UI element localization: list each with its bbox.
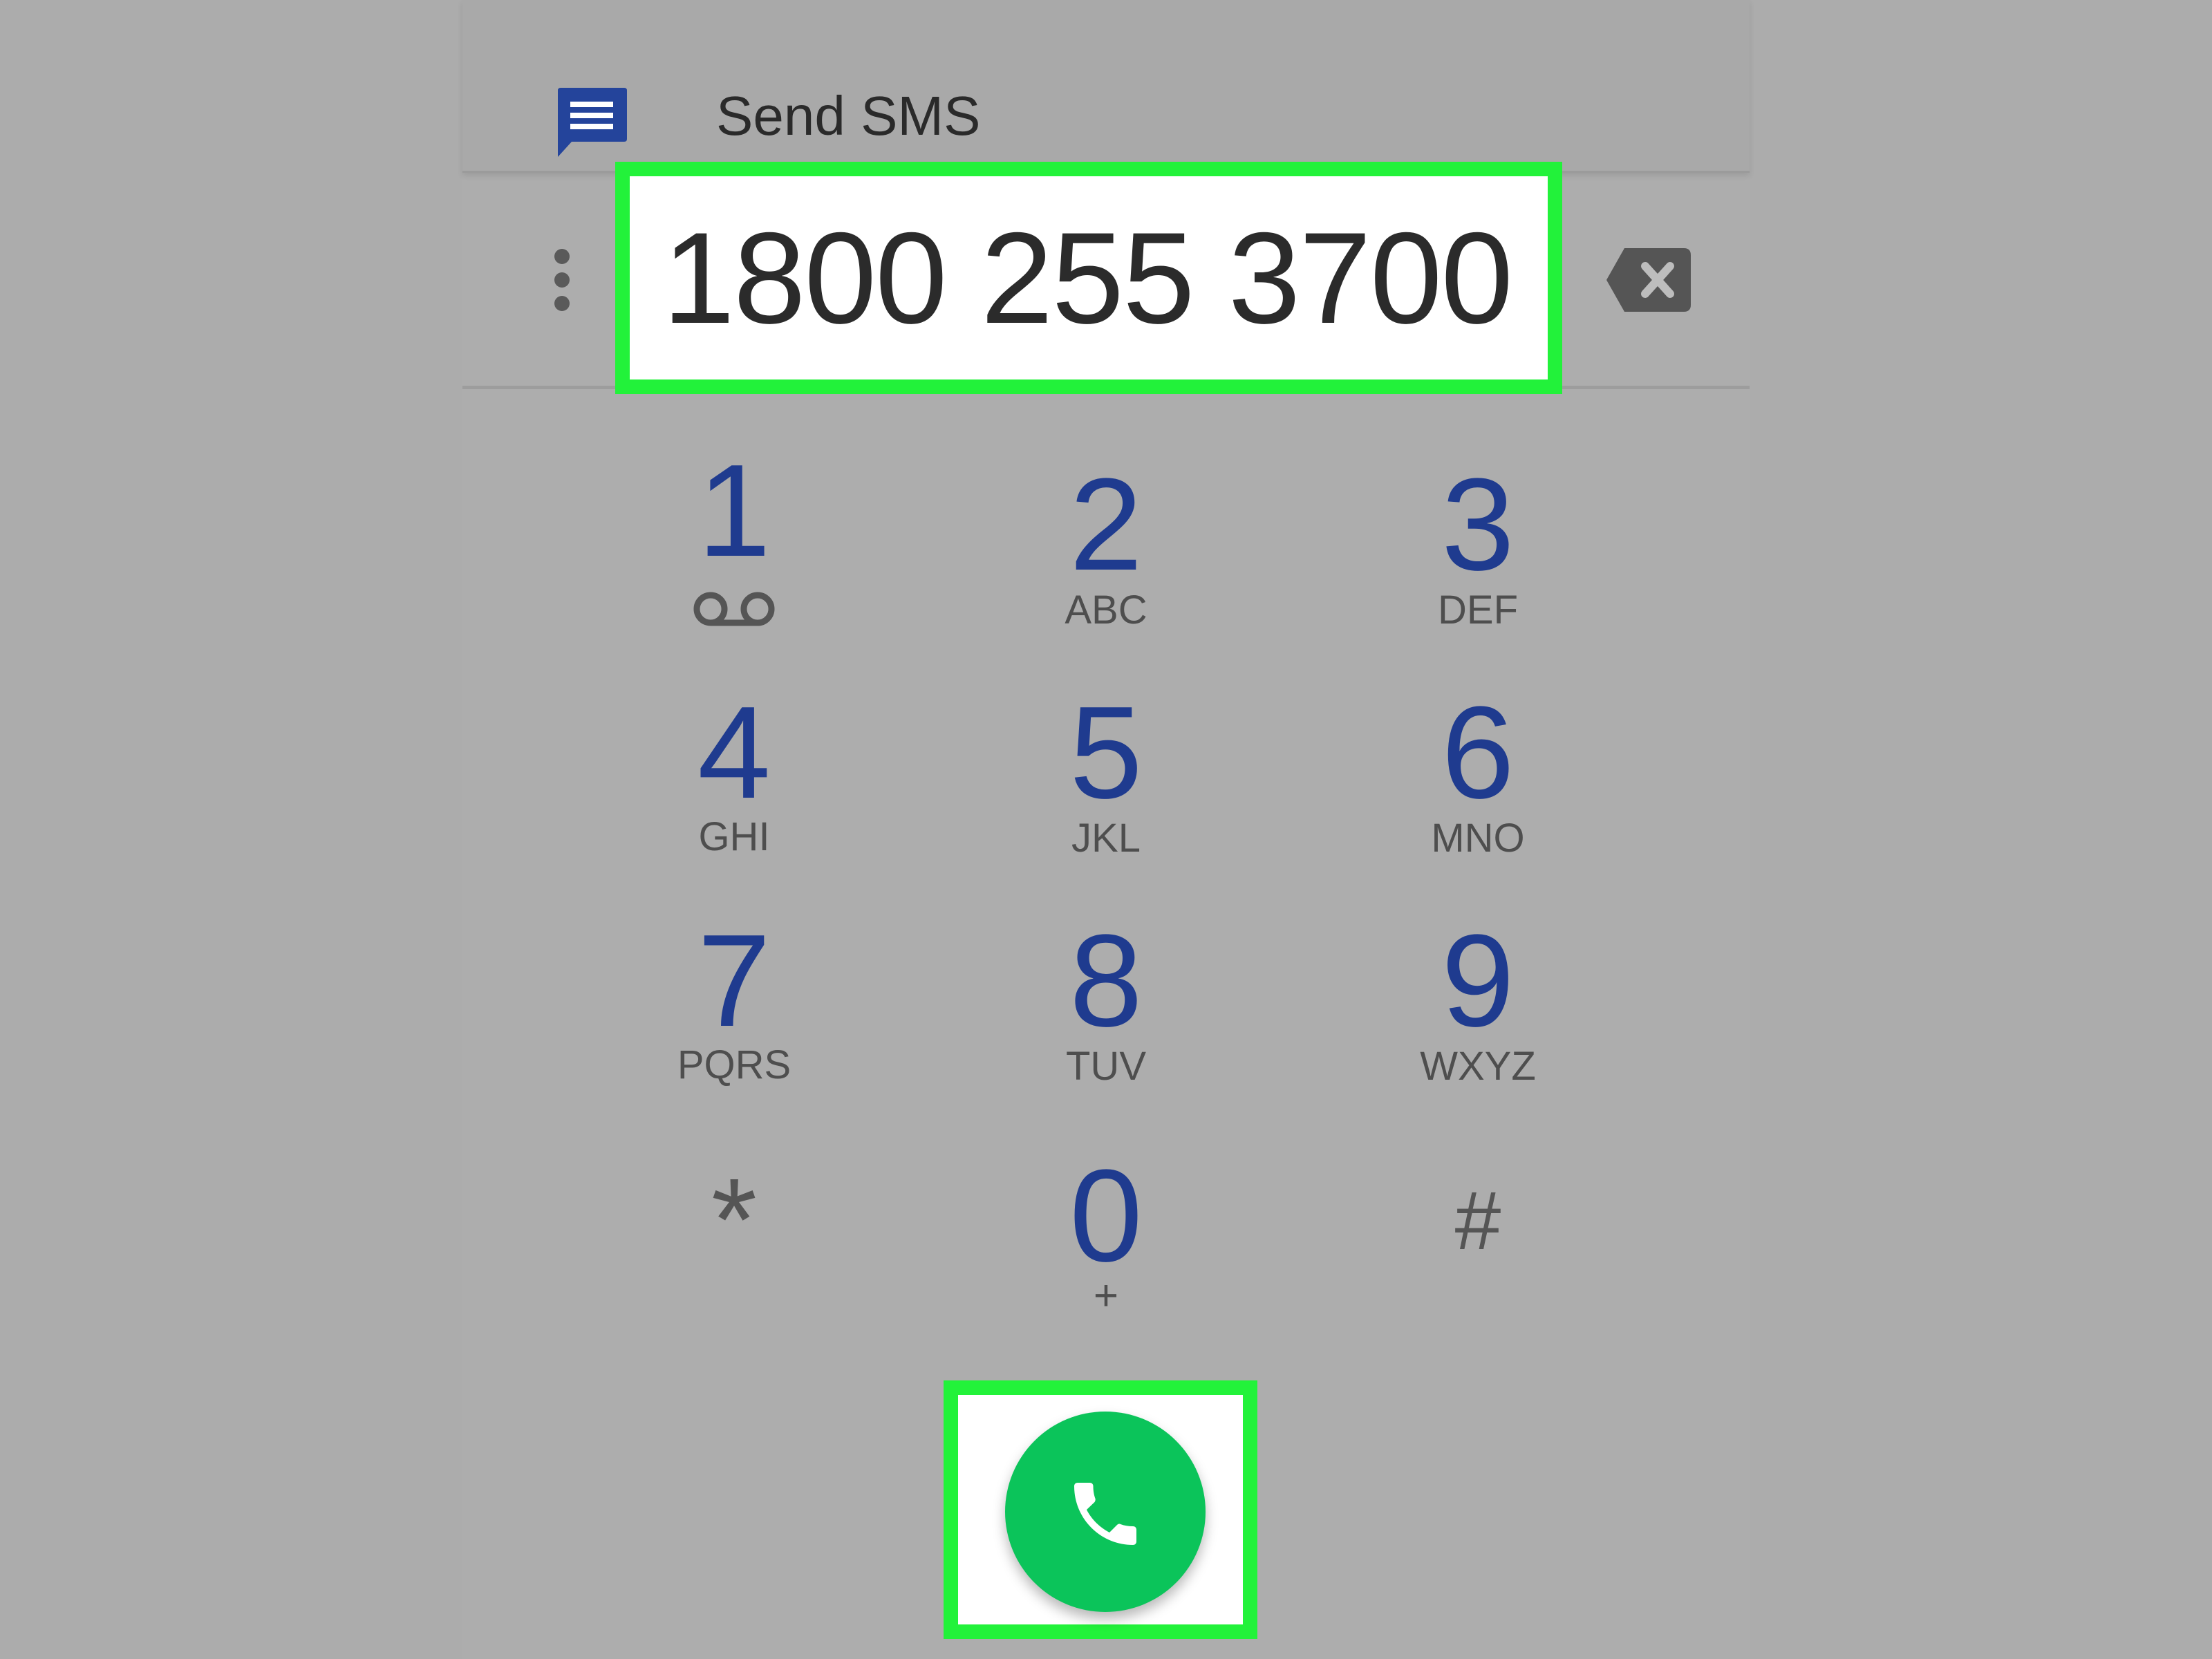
key-5[interactable]: 5 JKL <box>1002 672 1210 879</box>
key-9[interactable]: 9 WXYZ <box>1374 900 1582 1107</box>
more-vert-icon[interactable] <box>546 245 578 315</box>
send-sms-bar[interactable] <box>462 0 1750 173</box>
key-6[interactable]: 6 MNO <box>1374 672 1582 879</box>
key-hash[interactable]: # <box>1374 1135 1582 1342</box>
send-sms-label[interactable]: Send SMS <box>716 82 980 151</box>
screenshot-stage: Send SMS 1800 255 3700 1 2 ABC 3 DEF 4 G… <box>0 0 2212 1659</box>
key-3[interactable]: 3 DEF <box>1374 442 1582 650</box>
key-8[interactable]: 8 TUV <box>1002 900 1210 1107</box>
key-1[interactable]: 1 <box>630 442 838 650</box>
key-2[interactable]: 2 ABC <box>1002 442 1210 650</box>
backspace-icon[interactable] <box>1604 245 1694 315</box>
key-4[interactable]: 4 GHI <box>630 672 838 879</box>
phone-number-text: 1800 255 3700 <box>662 205 1513 350</box>
voicemail-icon <box>693 592 775 626</box>
key-7[interactable]: 7 PQRS <box>630 900 838 1107</box>
message-icon[interactable] <box>555 85 628 158</box>
key-0[interactable]: 0 + <box>1002 1135 1210 1342</box>
key-star[interactable]: * <box>630 1135 838 1342</box>
phone-number-field[interactable]: 1800 255 3700 <box>615 162 1562 394</box>
phone-icon[interactable] <box>1064 1472 1147 1555</box>
